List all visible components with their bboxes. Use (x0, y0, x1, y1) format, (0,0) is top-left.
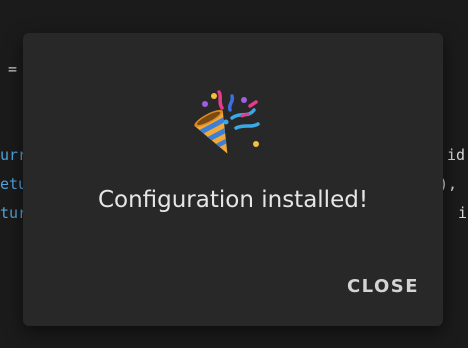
dialog-message: Configuration installed! (97, 187, 369, 213)
code-fragment: = (8, 60, 18, 78)
code-fragment: id (447, 146, 466, 164)
code-fragment: i (458, 204, 468, 222)
close-button[interactable]: CLOSE (336, 268, 430, 306)
party-popper-icon (194, 90, 260, 154)
